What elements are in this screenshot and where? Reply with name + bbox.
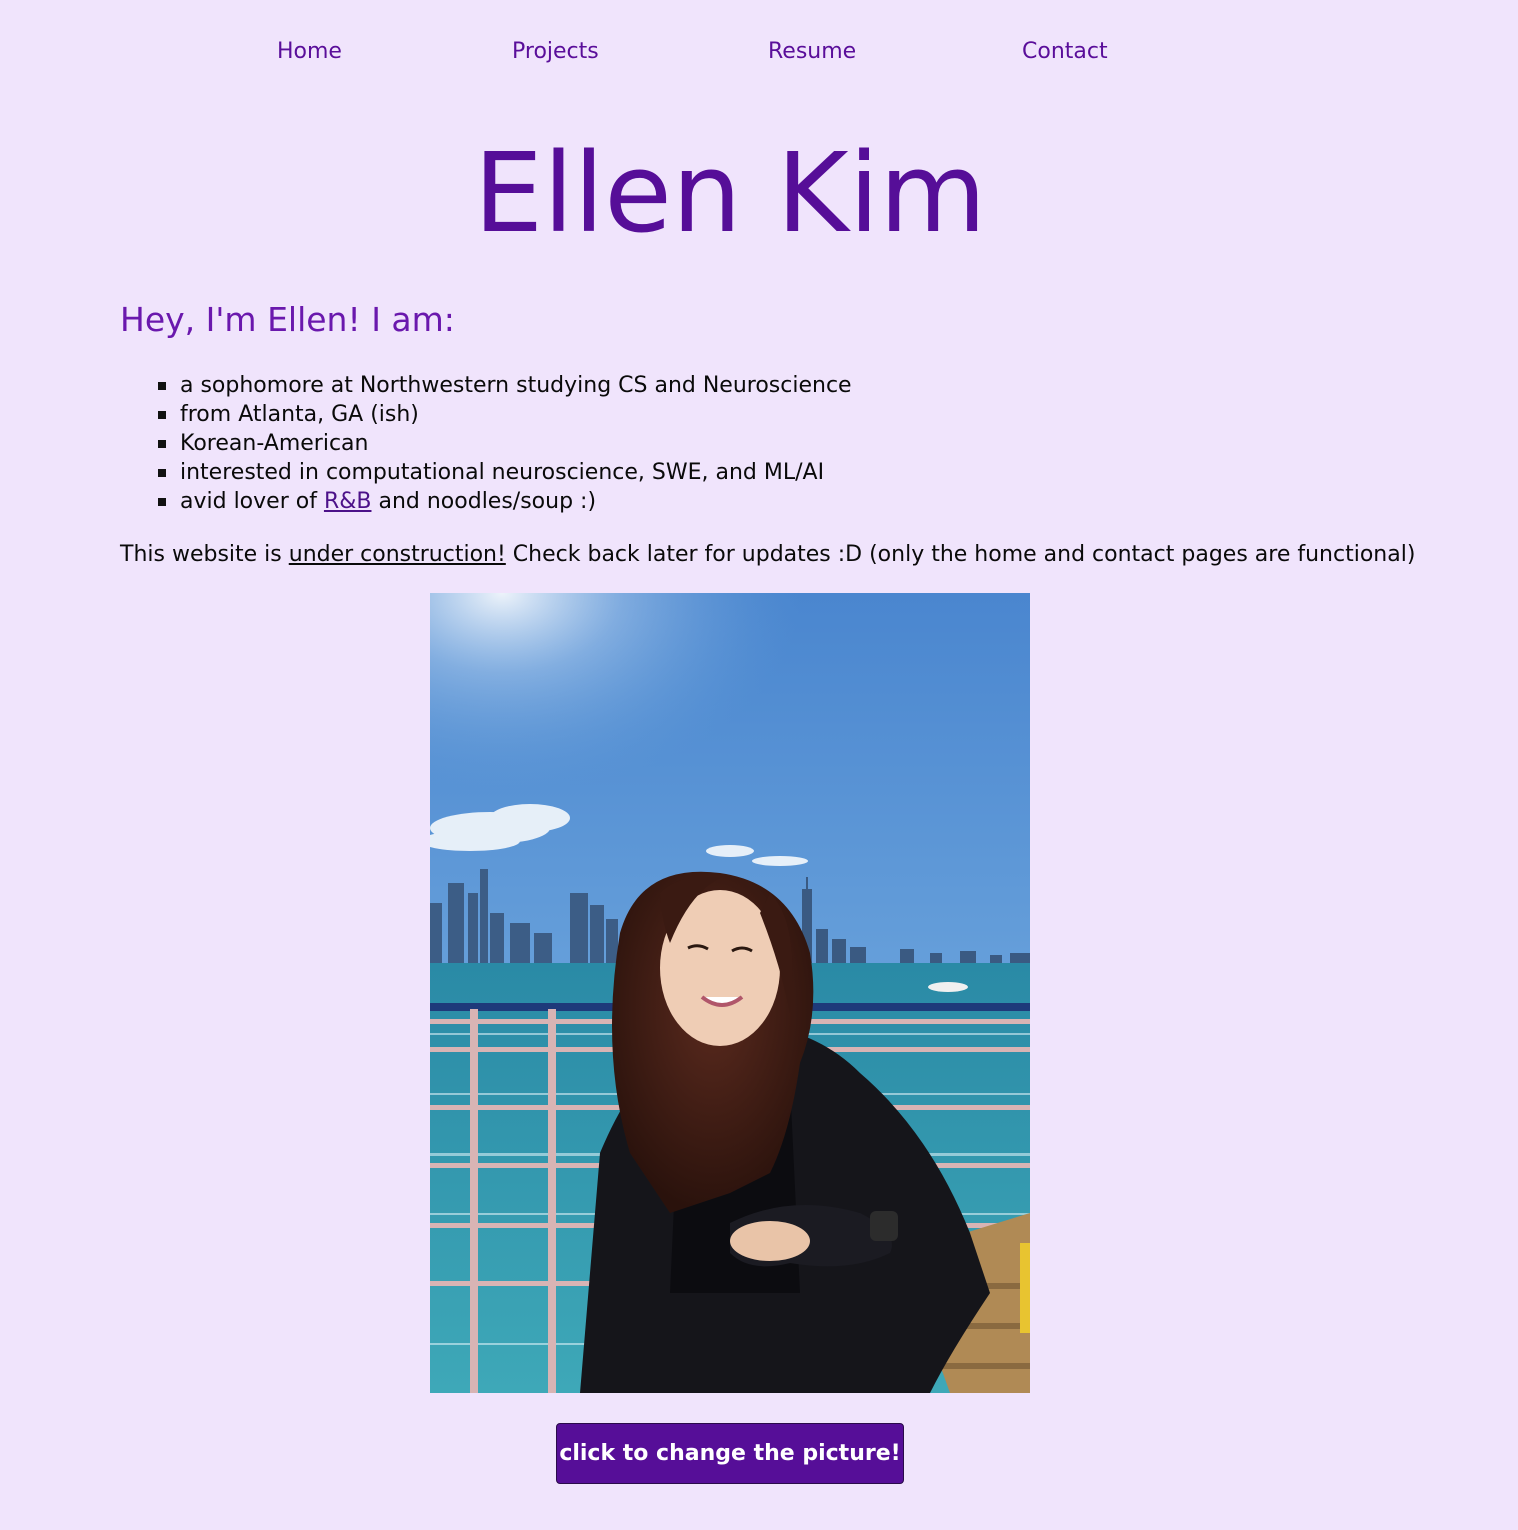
nav-contact-link[interactable]: Contact bbox=[1022, 36, 1108, 68]
list-item: Korean-American bbox=[120, 429, 852, 458]
list-item: from Atlanta, GA (ish) bbox=[120, 400, 852, 429]
profile-photo bbox=[430, 593, 1030, 1393]
notice-text: This website is bbox=[120, 542, 289, 567]
fact-text: interested in computational neuroscience… bbox=[180, 460, 825, 485]
list-item: avid lover of R&B and noodles/soup :) bbox=[120, 487, 852, 516]
fact-text: Korean-American bbox=[180, 431, 369, 456]
intro-heading: Hey, I'm Ellen! I am: bbox=[120, 300, 455, 339]
nav-home-link[interactable]: Home bbox=[277, 36, 342, 68]
notice-text: Check back later for updates :D (only th… bbox=[505, 542, 1416, 567]
list-item: interested in computational neuroscience… bbox=[120, 458, 852, 487]
fact-text: a sophomore at Northwestern studying CS … bbox=[180, 373, 852, 398]
nav-resume-link[interactable]: Resume bbox=[768, 36, 856, 68]
page: Home Projects Resume Contact Ellen Kim H… bbox=[0, 0, 1518, 1530]
fact-text: and noodles/soup :) bbox=[371, 489, 597, 514]
facts-list: a sophomore at Northwestern studying CS … bbox=[120, 371, 852, 516]
page-title: Ellen Kim bbox=[473, 129, 987, 257]
under-construction-link[interactable]: under construction! bbox=[289, 542, 506, 567]
rnb-link[interactable]: R&B bbox=[324, 489, 372, 514]
change-picture-button[interactable]: click to change the picture! bbox=[556, 1423, 904, 1484]
list-item: a sophomore at Northwestern studying CS … bbox=[120, 371, 852, 400]
construction-notice: This website is under construction! Chec… bbox=[120, 540, 1415, 570]
fact-text: from Atlanta, GA (ish) bbox=[180, 402, 419, 427]
fact-text: avid lover of bbox=[180, 489, 324, 514]
nav-projects-link[interactable]: Projects bbox=[512, 36, 599, 68]
